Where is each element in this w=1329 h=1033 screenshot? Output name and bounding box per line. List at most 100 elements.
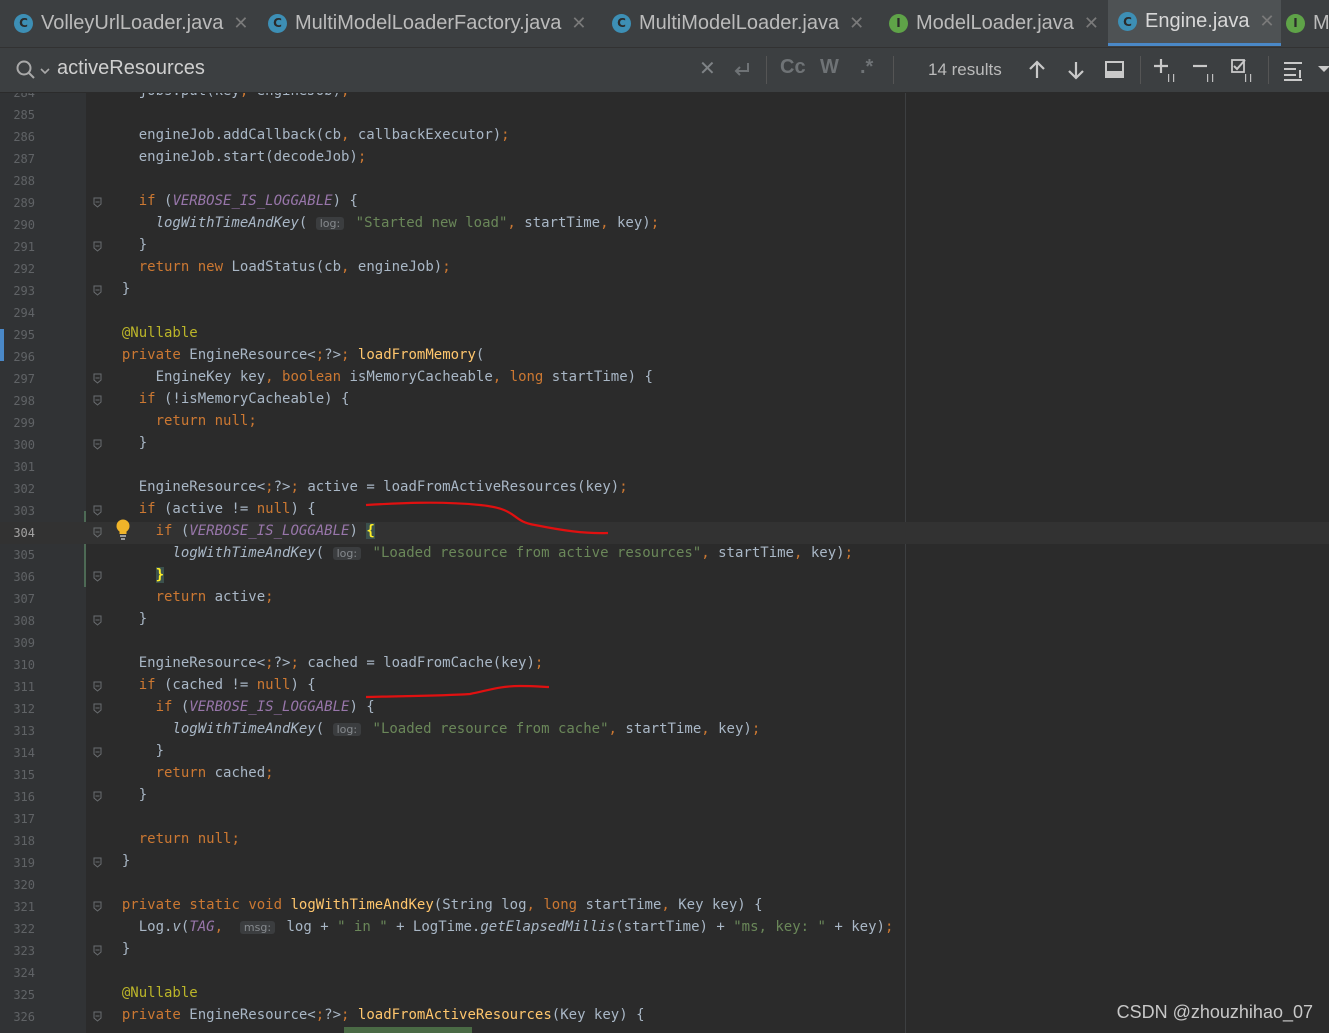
line-number[interactable]: 317 xyxy=(0,812,35,826)
line-number[interactable]: 297 xyxy=(0,372,35,386)
code-text[interactable]: jobs.put(key, engineJob); xyxy=(105,93,350,99)
line-number[interactable]: 311 xyxy=(0,680,35,694)
line-number[interactable]: 287 xyxy=(0,152,35,166)
fold-marker-icon[interactable] xyxy=(93,285,102,296)
code-text[interactable]: logWithTimeAndKey( log: "Loaded resource… xyxy=(105,721,760,737)
code-text[interactable]: return new LoadStatus(cb, engineJob); xyxy=(105,259,451,275)
line-number[interactable]: 313 xyxy=(0,724,35,738)
code-line[interactable]: 314 } xyxy=(0,742,1329,764)
code-line[interactable]: 307 return active; xyxy=(0,588,1329,610)
tab-multimodelloader[interactable]: C MultiModelLoader.java ✕ xyxy=(612,0,864,46)
code-text[interactable]: return cached; xyxy=(105,765,274,781)
code-text[interactable]: @Nullable xyxy=(105,325,198,341)
new-line-icon[interactable] xyxy=(728,56,756,84)
code-line[interactable]: 306 } xyxy=(0,566,1329,588)
code-text[interactable]: if (VERBOSE_IS_LOGGABLE) { xyxy=(105,523,375,539)
code-line[interactable]: 287 engineJob.start(decodeJob); xyxy=(0,148,1329,170)
line-number[interactable]: 309 xyxy=(0,636,35,650)
close-icon[interactable]: ✕ xyxy=(233,13,248,34)
code-text[interactable]: if (VERBOSE_IS_LOGGABLE) { xyxy=(105,699,375,715)
code-line[interactable]: 310 EngineResource<;?>; cached = loadFro… xyxy=(0,654,1329,676)
code-text[interactable]: return null; xyxy=(105,413,257,429)
code-line[interactable]: 302 EngineResource<;?>; active = loadFro… xyxy=(0,478,1329,500)
code-editor[interactable]: 284 jobs.put(key, engineJob); 285 286 engi… xyxy=(0,93,1329,1033)
line-number[interactable]: 295 xyxy=(0,328,35,342)
code-text[interactable]: } xyxy=(105,567,165,583)
code-line[interactable]: 284 jobs.put(key, engineJob); xyxy=(0,93,1329,104)
line-number[interactable]: 312 xyxy=(0,702,35,716)
chevron-down-icon[interactable] xyxy=(1316,56,1329,84)
line-number[interactable]: 304 xyxy=(0,526,35,540)
line-number[interactable]: 318 xyxy=(0,834,35,848)
code-text[interactable]: } xyxy=(105,237,147,253)
tab-engine[interactable]: C Engine.java ✕ xyxy=(1108,0,1281,46)
line-number[interactable]: 308 xyxy=(0,614,35,628)
code-line[interactable]: 303 if (active != null) { xyxy=(0,500,1329,522)
regex-button[interactable]: .* xyxy=(860,56,873,79)
clear-search-icon[interactable]: ✕ xyxy=(699,56,716,81)
fold-marker-icon[interactable] xyxy=(93,571,102,582)
code-line[interactable]: 301 xyxy=(0,456,1329,478)
select-all-icon[interactable]: I I xyxy=(1229,56,1257,84)
code-text[interactable]: EngineResource<;?>; active = loadFromAct… xyxy=(105,479,628,495)
line-number[interactable]: 291 xyxy=(0,240,35,254)
code-text[interactable]: private EngineResource<;?>; loadFromActi… xyxy=(105,1007,645,1023)
line-number[interactable]: 322 xyxy=(0,922,35,936)
code-text[interactable]: EngineResource<;?>; cached = loadFromCac… xyxy=(105,655,544,671)
fold-marker-icon[interactable] xyxy=(93,615,102,626)
code-text[interactable]: } xyxy=(105,743,164,759)
code-line[interactable]: 317 xyxy=(0,808,1329,830)
close-icon[interactable]: ✕ xyxy=(849,13,864,34)
code-text[interactable]: return active; xyxy=(105,589,274,605)
code-text[interactable]: if (!isMemoryCacheable) { xyxy=(105,391,350,407)
code-line[interactable]: 289 if (VERBOSE_IS_LOGGABLE) { xyxy=(0,192,1329,214)
search-input[interactable]: activeResources xyxy=(57,57,205,80)
code-text[interactable]: Log.v(TAG, msg: log + " in " + LogTime.g… xyxy=(105,919,894,935)
remove-occurrence-icon[interactable]: I I xyxy=(1191,56,1219,84)
code-text[interactable]: engineJob.addCallback(cb, callbackExecut… xyxy=(105,127,510,143)
line-number[interactable]: 303 xyxy=(0,504,35,518)
code-line[interactable]: 290 logWithTimeAndKey( log: "Started new… xyxy=(0,214,1329,236)
fold-marker-icon[interactable] xyxy=(93,395,102,406)
add-occurrence-icon[interactable]: I I xyxy=(1152,56,1180,84)
line-number[interactable]: 325 xyxy=(0,988,35,1002)
close-icon[interactable]: ✕ xyxy=(571,13,586,34)
fold-marker-icon[interactable] xyxy=(93,857,102,868)
fold-marker-icon[interactable] xyxy=(93,945,102,956)
code-text[interactable]: return null; xyxy=(105,831,240,847)
line-number[interactable]: 305 xyxy=(0,548,35,562)
tab-overflow[interactable]: I M xyxy=(1286,0,1329,46)
code-line[interactable]: 292 return new LoadStatus(cb, engineJob)… xyxy=(0,258,1329,280)
code-text[interactable]: if (active != null) { xyxy=(105,501,316,517)
line-number[interactable]: 284 xyxy=(0,93,35,100)
fold-marker-icon[interactable] xyxy=(93,681,102,692)
code-text[interactable]: @Nullable xyxy=(105,985,198,1001)
code-line[interactable]: 313 logWithTimeAndKey( log: "Loaded reso… xyxy=(0,720,1329,742)
fold-marker-icon[interactable] xyxy=(93,791,102,802)
line-number[interactable]: 290 xyxy=(0,218,35,232)
line-number[interactable]: 315 xyxy=(0,768,35,782)
code-line[interactable]: 286 engineJob.addCallback(cb, callbackEx… xyxy=(0,126,1329,148)
fold-marker-icon[interactable] xyxy=(93,901,102,912)
code-line[interactable]: 296 private EngineResource<;?>; loadFrom… xyxy=(0,346,1329,368)
fold-marker-icon[interactable] xyxy=(93,373,102,384)
line-number[interactable]: 302 xyxy=(0,482,35,496)
line-number[interactable]: 301 xyxy=(0,460,35,474)
select-all-occurrences-icon[interactable] xyxy=(1101,56,1129,84)
line-number[interactable]: 286 xyxy=(0,130,35,144)
line-number[interactable]: 307 xyxy=(0,592,35,606)
line-number[interactable]: 289 xyxy=(0,196,35,210)
fold-marker-icon[interactable] xyxy=(93,747,102,758)
close-icon[interactable]: ✕ xyxy=(1084,13,1099,34)
line-number[interactable]: 326 xyxy=(0,1010,35,1024)
code-text[interactable]: if (VERBOSE_IS_LOGGABLE) { xyxy=(105,193,358,209)
line-number[interactable]: 296 xyxy=(0,350,35,364)
tab-multimodelloaderfactory[interactable]: C MultiModelLoaderFactory.java ✕ xyxy=(268,0,587,46)
code-text[interactable]: } xyxy=(105,435,147,451)
code-text[interactable]: engineJob.start(decodeJob); xyxy=(105,149,367,165)
code-text[interactable]: logWithTimeAndKey( log: "Started new loa… xyxy=(105,215,660,231)
line-number[interactable]: 316 xyxy=(0,790,35,804)
code-line[interactable]: 300 } xyxy=(0,434,1329,456)
fold-marker-icon[interactable] xyxy=(93,703,102,714)
code-text[interactable]: private EngineResource<;?>; loadFromMemo… xyxy=(105,347,485,363)
